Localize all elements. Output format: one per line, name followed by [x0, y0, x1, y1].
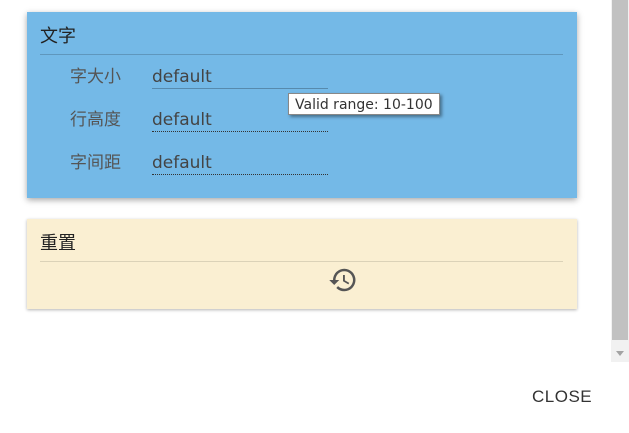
divider	[40, 54, 563, 55]
scroll-down-arrow-icon[interactable]	[616, 351, 624, 356]
close-button[interactable]: CLOSE	[526, 385, 598, 409]
history-icon	[329, 268, 356, 292]
font-size-input[interactable]: default	[152, 67, 328, 89]
vertical-scrollbar[interactable]	[611, 0, 629, 362]
line-height-label: 行高度	[70, 110, 121, 130]
letter-spacing-input[interactable]: default	[152, 153, 328, 175]
reset-button[interactable]	[328, 265, 358, 295]
font-size-label: 字大小	[70, 67, 121, 87]
divider	[40, 261, 563, 262]
scrollbar-thumb[interactable]	[612, 0, 628, 340]
settings-dialog: 文字 字大小 default 行高度 default 字间距 default V…	[0, 0, 629, 433]
valid-range-tooltip: Valid range: 10-100	[288, 93, 440, 115]
text-card-title: 文字	[40, 26, 76, 47]
reset-card-title: 重置	[40, 233, 76, 254]
letter-spacing-label: 字间距	[70, 153, 121, 173]
reset-card: 重置	[27, 219, 577, 309]
